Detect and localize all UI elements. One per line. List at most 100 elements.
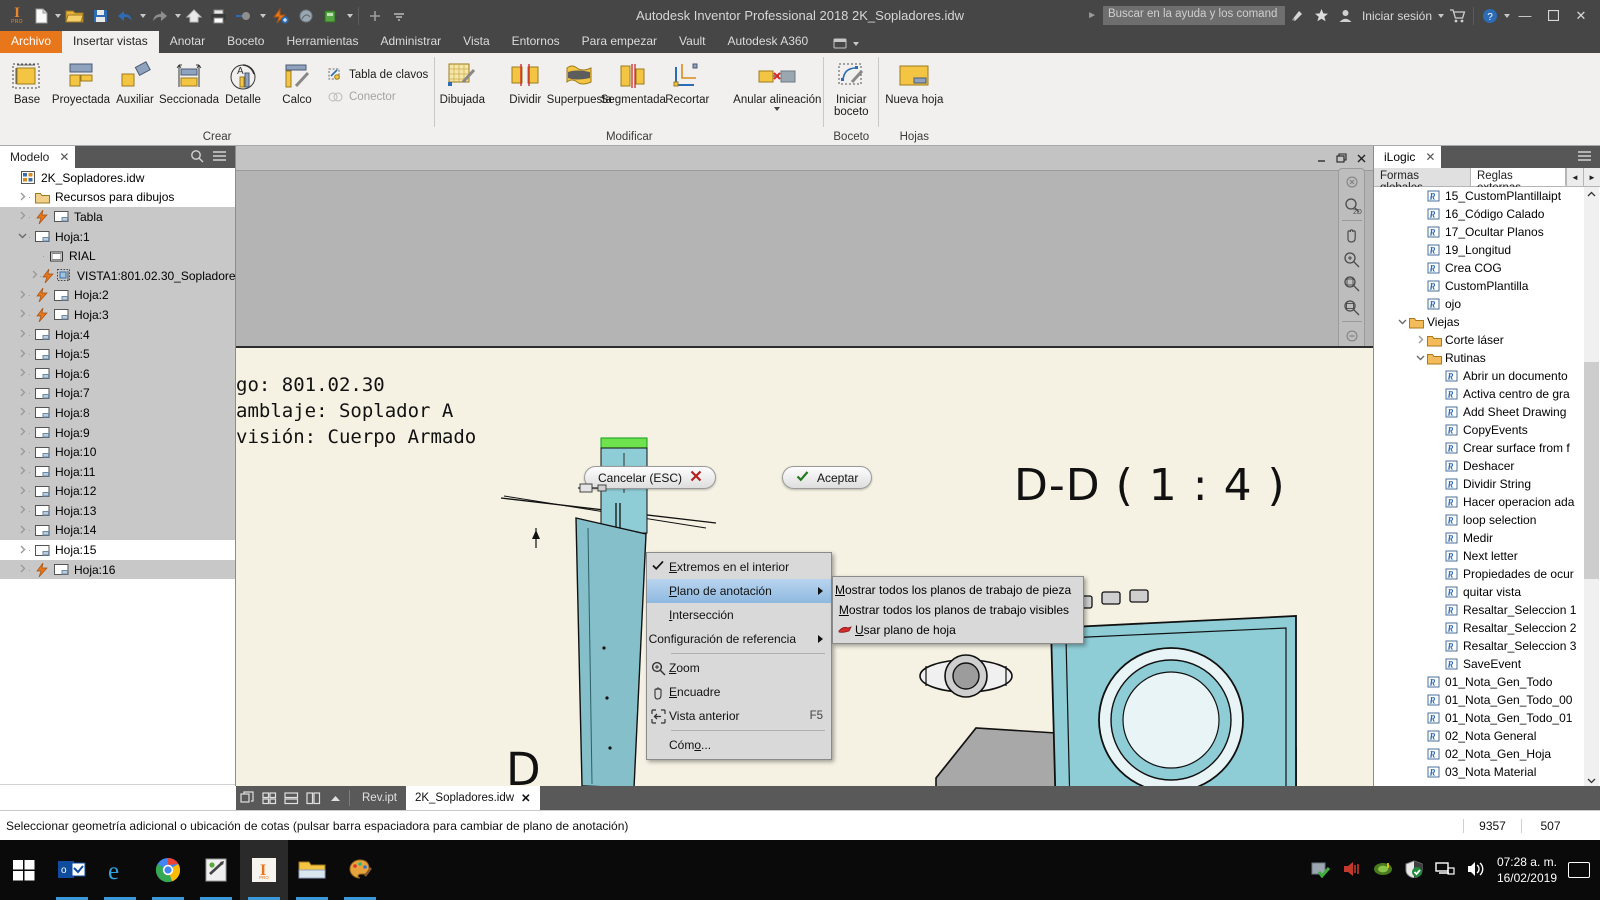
ilogic-tree-item[interactable]: R CopyEvents: [1374, 421, 1600, 439]
tab-vista[interactable]: Vista: [452, 31, 500, 53]
anular-alineacion-caret-icon[interactable]: [774, 107, 781, 111]
ilogic-tree-item[interactable]: R Activa centro de gra: [1374, 385, 1600, 403]
context-menu-item[interactable]: Intersección: [647, 603, 831, 627]
ilogic-rules-tree[interactable]: R 15_CustomPlantillaipt R 16_Código Calado R…: [1374, 187, 1600, 788]
ilogic-vertical-scrollbar[interactable]: [1584, 187, 1599, 788]
navbar-collapse-icon[interactable]: [1341, 326, 1363, 346]
open-file-button[interactable]: [63, 4, 87, 28]
update-button[interactable]: [268, 4, 292, 28]
tree-expand-icon[interactable]: [16, 368, 28, 379]
inventor-icon[interactable]: I PRO: [240, 840, 288, 900]
ilogic-tree-item[interactable]: Rloop selection: [1374, 511, 1600, 529]
ilogic-tree-item[interactable]: R 01_Nota_Gen_Todo: [1374, 673, 1600, 691]
navigation-bar[interactable]: 2D: [1338, 168, 1365, 350]
speaker-icon[interactable]: [1466, 860, 1486, 881]
tree-expand-icon[interactable]: [30, 270, 39, 281]
save-button[interactable]: [89, 4, 111, 28]
canvas-restore-icon[interactable]: [1333, 150, 1349, 166]
ilogic-subtab-formas-globales[interactable]: Formas globales: [1374, 168, 1471, 194]
ilogic-tree-item[interactable]: Rojo: [1374, 295, 1600, 313]
ilogic-tree-item[interactable]: R Abrir un documento: [1374, 367, 1600, 385]
ilogic-subtab-next-icon[interactable]: ►: [1583, 168, 1600, 186]
ilogic-tree-item[interactable]: R Dividir String: [1374, 475, 1600, 493]
ribbon-button-segmentada[interactable]: Segmentada: [601, 56, 666, 106]
ilogic-scroll-up-icon[interactable]: [1584, 187, 1599, 202]
search-expand-icon[interactable]: ►: [1083, 10, 1101, 21]
ilogic-tree-item[interactable]: R 17_Ocultar Planos: [1374, 223, 1600, 241]
ilogic-tree-item[interactable]: R Deshacer: [1374, 457, 1600, 475]
ilogic-tree-item[interactable]: Rquitar vista: [1374, 583, 1600, 601]
ilogic-tree-item[interactable]: R SaveEvent: [1374, 655, 1600, 673]
ilogic-close-icon[interactable]: ✕: [1425, 150, 1435, 164]
browser-tree-item[interactable]: · Hoja:6: [0, 363, 235, 384]
hidden-icons-icon[interactable]: [1311, 860, 1331, 881]
ilogic-tree-item[interactable]: R Add Sheet Drawing: [1374, 403, 1600, 421]
doc-tab-close-icon[interactable]: ✕: [521, 791, 531, 805]
browser-tree-item[interactable]: · Hoja:7: [0, 383, 235, 404]
ilogic-tree-item[interactable]: R 16_Código Calado: [1374, 205, 1600, 223]
context-menu-item[interactable]: Configuración de referencia: [647, 627, 831, 651]
tree-expand-icon[interactable]: [16, 466, 28, 477]
tab-entornos[interactable]: Entornos: [501, 31, 571, 53]
chrome-icon[interactable]: [144, 840, 192, 900]
help-icon[interactable]: ?: [1479, 5, 1501, 27]
tree-collapse-icon[interactable]: [16, 231, 28, 242]
ribbon-button-auxiliar[interactable]: Auxiliar: [108, 56, 162, 106]
browser-menu-icon[interactable]: [212, 150, 227, 165]
browser-search-icon[interactable]: [190, 149, 204, 166]
select-caret-icon[interactable]: [260, 13, 266, 18]
ribbon-button-detalle[interactable]: A Detalle: [216, 56, 270, 106]
browser-tree-item[interactable]: · Hoja:1: [0, 226, 235, 247]
autodesk-app-icon[interactable]: [1287, 5, 1309, 27]
ilogic-tree-item[interactable]: R 19_Longitud: [1374, 241, 1600, 259]
help-caret-icon[interactable]: [1504, 13, 1510, 18]
browser-tree-item[interactable]: · Hoja:4: [0, 324, 235, 345]
qat-overflow-button[interactable]: [388, 4, 410, 28]
ilogic-tree-item[interactable]: R Propiedades de ocur: [1374, 565, 1600, 583]
ribbon-button-dibujada[interactable]: Dibujada: [435, 56, 489, 106]
volume-mute-icon[interactable]: [1342, 860, 1362, 881]
ilogic-tree-item[interactable]: R 03_Nota Material: [1374, 763, 1600, 781]
context-submenu[interactable]: Mostrar todos los planos de trabajo de p…: [832, 576, 1084, 644]
favorites-star-icon[interactable]: [1311, 5, 1333, 27]
network-icon[interactable]: [1435, 860, 1455, 881]
browser-tree-item[interactable]: · RIAL: [0, 246, 235, 266]
context-submenu-item[interactable]: Mostrar todos los planos de trabajo de p…: [833, 580, 1083, 600]
model-browser-close-icon[interactable]: ✕: [59, 150, 69, 164]
paint-icon[interactable]: [336, 840, 384, 900]
collapse-icon[interactable]: [324, 786, 346, 810]
appearance-button[interactable]: [320, 4, 344, 28]
ilogic-scroll-thumb[interactable]: [1584, 361, 1599, 579]
new-file-caret-icon[interactable]: [55, 13, 61, 18]
signin-caret-icon[interactable]: [1438, 13, 1444, 18]
tab-vault[interactable]: Vault: [668, 31, 716, 53]
browser-tree-item[interactable]: · Recursos para dibujos: [0, 188, 235, 208]
accept-button[interactable]: Aceptar: [782, 466, 873, 489]
vertical-split-icon[interactable]: [302, 786, 324, 810]
ilogic-tree-item[interactable]: Viejas: [1374, 313, 1600, 331]
browser-tree-item[interactable]: · Hoja:3: [0, 305, 235, 325]
file-explorer-icon[interactable]: [288, 840, 336, 900]
navbar-close-icon[interactable]: [1341, 172, 1363, 192]
ilogic-menu-icon[interactable]: [1577, 150, 1592, 165]
browser-tree-item[interactable]: · Hoja:15: [0, 540, 235, 560]
browser-tree-item[interactable]: · Hoja:2: [0, 285, 235, 306]
tab-archivo[interactable]: Archivo: [0, 31, 63, 53]
tab-herramientas[interactable]: Herramientas: [275, 31, 369, 53]
tree-expand-icon[interactable]: [16, 211, 28, 222]
redo-caret-icon[interactable]: [175, 13, 181, 18]
ribbon-button-nueva-hoja[interactable]: Nueva hoja: [879, 56, 949, 106]
user-account-icon[interactable]: [1335, 5, 1357, 27]
taskbar-clock[interactable]: 07:28 a. m. 16/02/2019: [1497, 854, 1557, 886]
nvidia-icon[interactable]: [1373, 860, 1393, 881]
browser-tree-item[interactable]: ·VISTA1:801.02.30_Sopladores.ia: [0, 265, 235, 286]
material-button[interactable]: [294, 4, 318, 28]
ribbon-button-recortar[interactable]: Recortar: [660, 56, 714, 106]
browser-tree-item[interactable]: · Hoja:12: [0, 481, 235, 502]
close-button[interactable]: ✕: [1568, 5, 1594, 27]
ilogic-tab[interactable]: iLogic ✕: [1374, 146, 1442, 168]
tree-expand-icon[interactable]: [16, 447, 28, 458]
tree-expand-icon[interactable]: [16, 407, 28, 418]
ribbon-button-superpuesta[interactable]: Superpuesta: [547, 56, 612, 106]
tree-expand-icon[interactable]: [16, 427, 28, 438]
